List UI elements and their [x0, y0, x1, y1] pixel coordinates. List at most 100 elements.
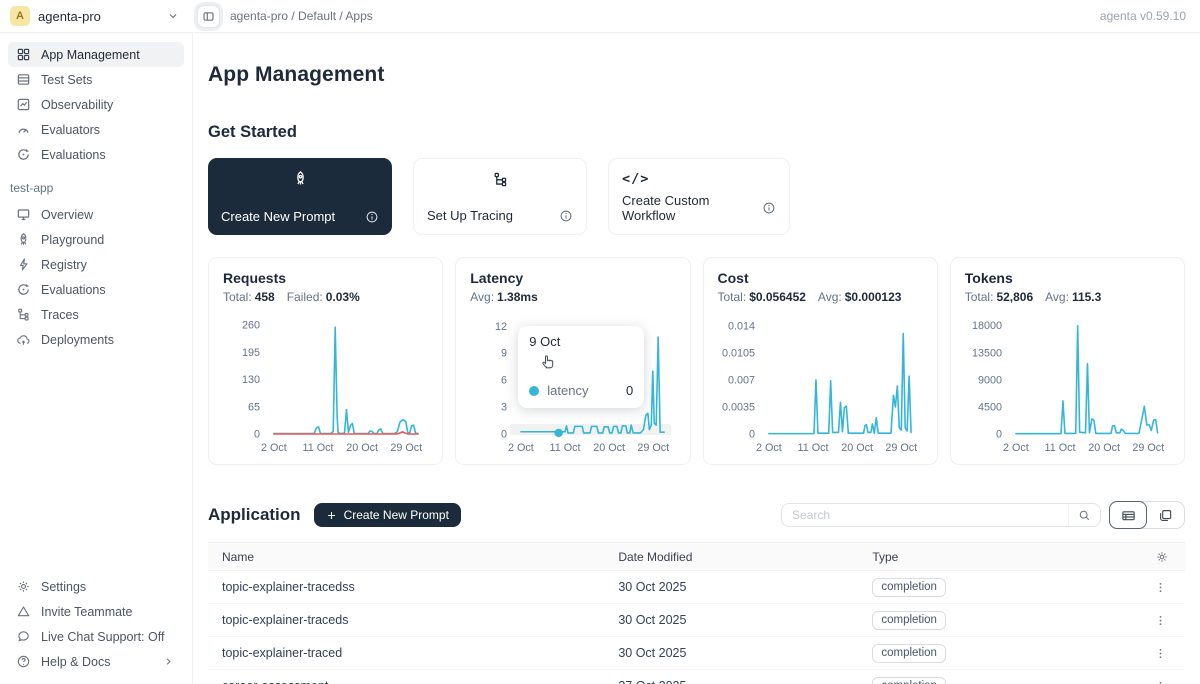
breadcrumb[interactable]: agenta-pro / Default / Apps	[230, 9, 373, 23]
svg-text:0.0035: 0.0035	[721, 401, 754, 413]
cloud-upload-icon	[16, 332, 31, 347]
sidebar-item-label: Settings	[41, 580, 86, 594]
series-dot	[529, 386, 539, 396]
plus-icon	[326, 510, 337, 521]
svg-text:9: 9	[501, 348, 507, 360]
create-new-prompt-card[interactable]: Create New Prompt	[208, 158, 392, 235]
table-view-button[interactable]	[1109, 501, 1147, 529]
sidebar-item-settings[interactable]: Settings	[8, 574, 184, 599]
create-custom-workflow-card[interactable]: </> Create Custom Workflow	[608, 158, 790, 235]
info-icon[interactable]	[762, 201, 776, 215]
hand-cursor-icon	[540, 352, 557, 369]
sidebar-item-label: Invite Teammate	[41, 605, 132, 619]
svg-text:2 Oct: 2 Oct	[755, 442, 781, 454]
cost-card: Cost Total:$0.056452 Avg:$0.000123 0 0.00…	[703, 257, 938, 465]
kebab-menu-icon[interactable]	[1152, 645, 1169, 662]
latency-card: Latency Avg:1.38ms 0369122 Oct11 Oct20 O…	[455, 257, 690, 465]
help-circle-icon	[16, 654, 31, 669]
column-header-type[interactable]: Type	[872, 550, 1116, 564]
table-row[interactable]: topic-explainer-traceds 30 Oct 2025 comp…	[208, 604, 1185, 637]
sidebar-item-label: Overview	[41, 208, 93, 222]
sidebar-item-label: Traces	[41, 308, 79, 322]
sidebar-item-invite-teammate[interactable]: Invite Teammate	[8, 599, 184, 624]
search-icon	[1078, 509, 1091, 522]
requests-card: Requests Total:458 Failed:0.03% 06513019…	[208, 257, 443, 465]
chart-tooltip: 9 Oct latency 0	[518, 326, 644, 408]
chart-title: Requests	[223, 270, 428, 286]
sidebar-item-help-docs[interactable]: Help & Docs	[8, 649, 184, 674]
sidebar-collapse-button[interactable]	[197, 5, 220, 28]
kebab-menu-icon[interactable]	[1152, 579, 1169, 596]
table-settings-gear-icon[interactable]	[1155, 550, 1169, 564]
search-button[interactable]	[1068, 504, 1100, 526]
sidebar-item-label: Evaluations	[41, 283, 106, 297]
svg-text:0.0105: 0.0105	[721, 347, 754, 359]
panel-left-icon	[202, 10, 215, 23]
svg-text:195: 195	[242, 347, 260, 359]
info-icon[interactable]	[559, 209, 573, 223]
table-row[interactable]: topic-explainer-traced 30 Oct 2025 compl…	[208, 637, 1185, 670]
sidebar-item-registry[interactable]: Registry	[8, 252, 184, 277]
application-title: Application	[208, 505, 301, 525]
sidebar-item-deployments[interactable]: Deployments	[8, 327, 184, 352]
series-value: 0	[626, 383, 633, 398]
type-badge: completion	[872, 677, 946, 684]
type-badge: completion	[872, 644, 946, 663]
sidebar-item-evaluators[interactable]: Evaluators	[8, 117, 184, 142]
chart-title: Tokens	[965, 270, 1170, 286]
trend-chart-icon	[16, 97, 31, 112]
card-view-icon	[1158, 508, 1173, 523]
sidebar-item-observability[interactable]: Observability	[8, 92, 184, 117]
sidebar-item-playground[interactable]: Playground	[8, 227, 184, 252]
card-view-button[interactable]	[1146, 502, 1184, 528]
sidebar-item-evaluations[interactable]: Evaluations	[8, 142, 184, 167]
app-name: career-assessment	[208, 679, 618, 684]
info-icon[interactable]	[365, 210, 379, 224]
svg-text:11 Oct: 11 Oct	[1044, 442, 1075, 454]
svg-text:29 Oct: 29 Oct	[885, 442, 917, 454]
svg-text:4500: 4500	[978, 401, 1002, 413]
svg-text:13500: 13500	[972, 347, 1002, 359]
chart-stats: Total:$0.056452 Avg:$0.000123	[718, 290, 923, 304]
sidebar-item-traces[interactable]: Traces	[8, 302, 184, 327]
sidebar-item-label: App Management	[41, 48, 140, 62]
create-new-prompt-button[interactable]: Create New Prompt	[314, 503, 461, 527]
sidebar-item-evaluations-app[interactable]: Evaluations	[8, 277, 184, 302]
sidebar-item-label: Deployments	[41, 333, 114, 347]
monitor-icon	[16, 207, 31, 222]
set-up-tracing-card[interactable]: Set Up Tracing	[413, 158, 587, 235]
requests-chart[interactable]: 0651301952602 Oct11 Oct20 Oct29 Oct	[223, 312, 428, 458]
kebab-menu-icon[interactable]	[1152, 612, 1169, 629]
cost-chart[interactable]: 00.00350.0070.01050.0142 Oct11 Oct20 Oct…	[718, 312, 923, 458]
svg-text:20 Oct: 20 Oct	[1088, 442, 1120, 454]
chart-title: Latency	[470, 270, 675, 286]
sidebar-item-live-chat[interactable]: Live Chat Support: Off	[8, 624, 184, 649]
svg-text:260: 260	[242, 320, 260, 332]
workspace-selector[interactable]: A agenta-pro	[0, 6, 193, 26]
page-title: App Management	[208, 63, 1185, 87]
sidebar-item-overview[interactable]: Overview	[8, 202, 184, 227]
sidebar-item-label: Evaluators	[41, 123, 100, 137]
column-header-name[interactable]: Name	[208, 550, 618, 564]
svg-text:11 Oct: 11 Oct	[797, 442, 828, 454]
sidebar-item-label: Observability	[41, 98, 113, 112]
app-name: topic-explainer-traced	[208, 646, 618, 660]
svg-text:20 Oct: 20 Oct	[841, 442, 873, 454]
tokens-chart[interactable]: 04500900013500180002 Oct11 Oct20 Oct29 O…	[965, 312, 1170, 458]
kebab-menu-icon[interactable]	[1152, 678, 1169, 684]
sidebar-item-test-sets[interactable]: Test Sets	[8, 67, 184, 92]
sidebar-item-app-management[interactable]: App Management	[8, 42, 184, 67]
search-input[interactable]	[782, 508, 1068, 522]
sidebar-item-label: Registry	[41, 258, 87, 272]
refresh-circle-icon	[16, 282, 31, 297]
svg-text:0: 0	[748, 429, 754, 441]
workspace-name: agenta-pro	[38, 9, 101, 24]
top-bar: A agenta-pro agenta-pro / Default / Apps…	[0, 0, 1200, 33]
app-version: agenta v0.59.10	[1100, 9, 1200, 23]
app-date: 30 Oct 2025	[618, 580, 872, 594]
table-row[interactable]: career-assessment 27 Oct 2025 completion	[208, 670, 1185, 684]
column-header-date[interactable]: Date Modified	[618, 550, 872, 564]
tokens-card: Tokens Total:52,806 Avg:115.3 0450090001…	[950, 257, 1185, 465]
table-row[interactable]: topic-explainer-tracedss 30 Oct 2025 com…	[208, 571, 1185, 604]
chart-title: Cost	[718, 270, 923, 286]
